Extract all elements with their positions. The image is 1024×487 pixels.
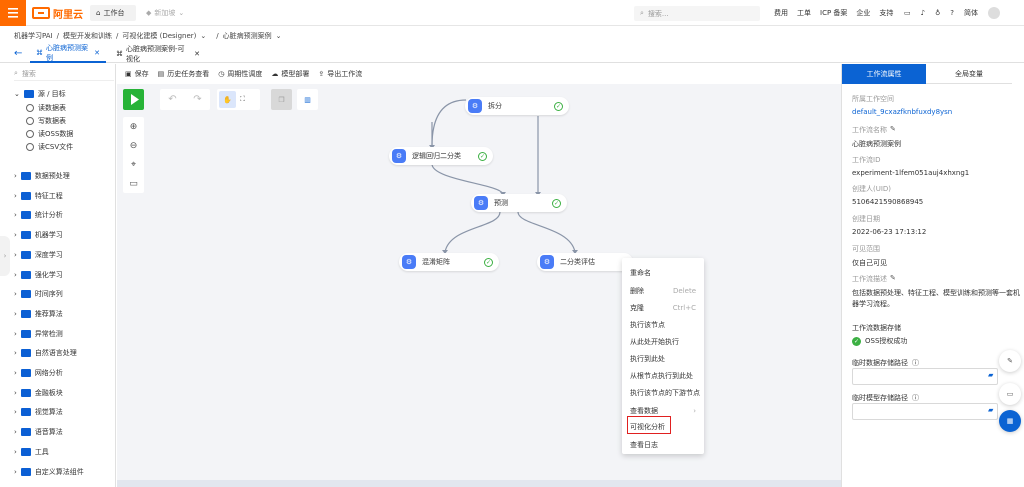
success-check-icon: ✓ [478, 151, 487, 161]
visibility-label: 可见范围 [852, 245, 880, 253]
help-icon[interactable]: ⓘ [912, 393, 919, 403]
folder-icon[interactable]: ▰ [988, 406, 993, 414]
edit-icon[interactable]: ✎ [890, 274, 896, 284]
node-icon: ⚙ [540, 255, 554, 269]
date-label: 创建日期 [852, 215, 880, 223]
tab-workflow-properties[interactable]: 工作流属性 [842, 64, 926, 84]
context-menu-item[interactable]: 从此处开始执行 [630, 337, 696, 347]
node-label: 混淆矩阵 [422, 258, 450, 266]
context-menu-item[interactable]: 重命名 [630, 268, 696, 278]
menu-item-label: 执行该节点 [630, 321, 665, 329]
menu-item-label: 从此处开始执行 [630, 338, 679, 346]
edge [444, 211, 501, 253]
storage-title: 工作流数据存储 [852, 324, 901, 332]
node-icon: ⚙ [474, 196, 488, 210]
visibility-value: 仅自己可见 [852, 259, 887, 267]
success-check-icon: ✓ [554, 101, 563, 111]
context-menu-item[interactable]: 执行到此处 [630, 354, 696, 364]
menu-item-label: 执行到此处 [630, 355, 665, 363]
name-label-row: 工作流名称 ✎ [852, 125, 896, 135]
node-label: 逻辑回归二分类 [412, 152, 461, 160]
workspace-label: 所属工作空间 [852, 95, 894, 103]
name-label: 工作流名称 [852, 126, 887, 134]
context-menu-item[interactable]: 查看日志 [630, 440, 696, 450]
node-predict[interactable]: ⚙ 预测 ✓ [471, 194, 567, 212]
context-menu-item[interactable]: 查看数据 › [630, 406, 696, 416]
menu-item-label: 查看数据 [630, 407, 658, 415]
oss-status: ✓ OSS授权成功 [852, 336, 907, 346]
highlight-box [627, 416, 671, 434]
tab-global-variables[interactable]: 全局变量 [926, 64, 1012, 84]
context-menu-item[interactable]: 删除 Delete [630, 286, 696, 296]
workspace-link[interactable]: default_9cxazfknbfuxdy8ysn [852, 108, 952, 116]
message-icon[interactable]: ▭ [999, 383, 1021, 405]
menu-item-label: 从根节点执行到此处 [630, 372, 693, 380]
node-icon: ⚙ [392, 149, 406, 163]
node-binary-evaluation[interactable]: ⚙ 二分类评估 [537, 253, 633, 271]
node-icon: ⚙ [402, 255, 416, 269]
creator-label: 创建人(UID) [852, 185, 892, 193]
edge [431, 99, 467, 147]
context-menu-item[interactable]: 执行该节点的下游节点 [630, 388, 700, 398]
context-menu-item[interactable]: 克隆 Ctrl+C [630, 303, 696, 313]
node-icon: ⚙ [468, 99, 482, 113]
context-menu-item[interactable]: 执行该节点 [630, 320, 696, 330]
menu-item-label: 重命名 [630, 269, 651, 277]
desc-label: 工作流描述 [852, 275, 887, 283]
node-split[interactable]: ⚙ 拆分 ✓ [465, 97, 569, 115]
date-value: 2022-06-23 17:13:12 [852, 228, 927, 236]
apps-grid-icon[interactable]: ▦ [999, 410, 1021, 432]
feedback-edit-icon[interactable]: ✎ [999, 350, 1021, 372]
node-logistic-regression[interactable]: ⚙ 逻辑回归二分类 ✓ [389, 147, 493, 165]
menu-shortcut: Ctrl+C [672, 304, 696, 312]
canvas-scrollbar[interactable] [117, 480, 841, 487]
context-menu-item[interactable]: 从根节点执行到此处 [630, 371, 696, 381]
success-check-icon: ✓ [552, 198, 561, 208]
node-label: 预测 [494, 199, 508, 207]
success-check-icon: ✓ [484, 257, 493, 267]
desc-value: 包括数据预处理、特征工程、模型训练和预测等一套机器学习流程。 [852, 289, 1020, 308]
menu-shortcut: Delete [673, 287, 696, 295]
node-confusion-matrix[interactable]: ⚙ 混淆矩阵 ✓ [399, 253, 499, 271]
menu-item-label: 删除 [630, 287, 644, 295]
tmp-data-label-row: 临时数据存储路径 ⓘ [852, 358, 919, 368]
name-value: 心脏病预测案例 [852, 140, 901, 148]
tmp-model-path-input[interactable] [852, 403, 998, 420]
edge [517, 211, 576, 253]
chevron-right-icon: › [693, 407, 696, 415]
id-label: 工作流ID [852, 156, 881, 164]
success-icon: ✓ [852, 336, 861, 346]
menu-item-label: 克隆 [630, 304, 644, 312]
oss-status-text: OSS授权成功 [865, 337, 908, 345]
tmp-model-label: 临时模型存储路径 [852, 394, 908, 402]
creator-value: 5106421590868945 [852, 198, 924, 206]
desc-label-row: 工作流描述 ✎ [852, 274, 896, 284]
folder-icon[interactable]: ▰ [988, 371, 993, 379]
menu-item-label: 查看日志 [630, 441, 658, 449]
edge [431, 163, 504, 195]
menu-item-label: 执行该节点的下游节点 [630, 389, 700, 397]
tmp-model-label-row: 临时模型存储路径 ⓘ [852, 393, 919, 403]
edit-icon[interactable]: ✎ [890, 125, 896, 135]
id-value: experiment-1lfem051auj4xhxng1 [852, 169, 970, 177]
tmp-data-path-input[interactable] [852, 368, 998, 385]
help-icon[interactable]: ⓘ [912, 358, 919, 368]
node-label: 拆分 [488, 102, 502, 110]
tmp-data-label: 临时数据存储路径 [852, 359, 908, 367]
